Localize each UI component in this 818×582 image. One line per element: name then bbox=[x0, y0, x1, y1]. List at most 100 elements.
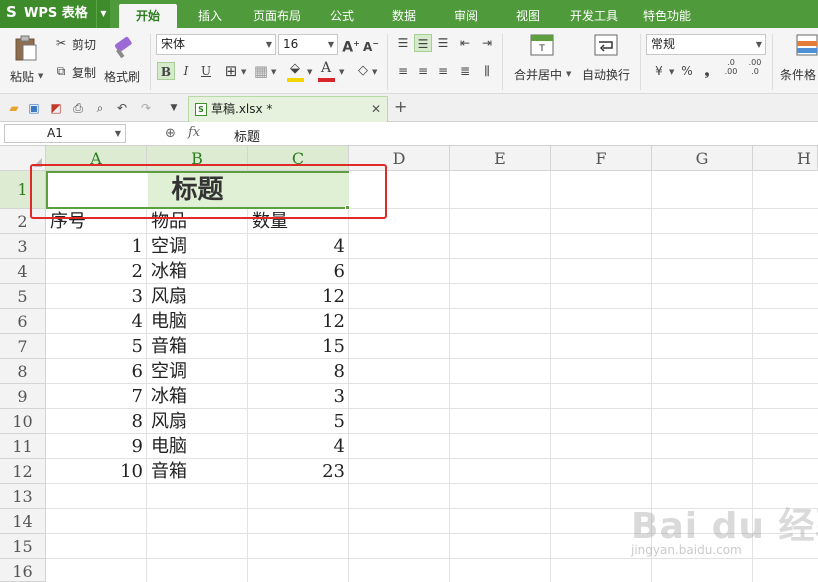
cell-item[interactable]: 空调 bbox=[147, 359, 247, 384]
row-header-10[interactable]: 10 bbox=[0, 409, 46, 434]
align-right-icon[interactable]: ≡ bbox=[434, 62, 452, 80]
cell-qty[interactable]: 12 bbox=[248, 309, 348, 334]
align-top-icon[interactable]: ☰ bbox=[394, 34, 412, 52]
borders-icon[interactable]: ⊞ bbox=[222, 62, 240, 80]
column-header-e[interactable]: E bbox=[450, 146, 551, 171]
row-header-7[interactable]: 7 bbox=[0, 334, 46, 359]
undo-icon[interactable]: ↶ bbox=[114, 100, 130, 116]
clear-format-icon[interactable]: ◇ bbox=[354, 62, 372, 80]
thousands-separator-button[interactable]: ❟ bbox=[698, 62, 716, 80]
cell-qty[interactable]: 12 bbox=[248, 284, 348, 309]
save-icon[interactable]: ▣ bbox=[26, 100, 42, 116]
cell-qty[interactable]: 5 bbox=[248, 409, 348, 434]
new-tab-icon[interactable]: + bbox=[394, 99, 407, 115]
cell-item[interactable]: 冰箱 bbox=[147, 384, 247, 409]
cell-no[interactable]: 7 bbox=[46, 384, 146, 409]
zoom-search-icon[interactable]: ⊕ bbox=[165, 126, 176, 141]
decrease-font-icon[interactable]: A− bbox=[362, 35, 380, 54]
increase-font-icon[interactable]: A+ bbox=[342, 35, 360, 56]
chevron-down-icon[interactable]: ▼ bbox=[271, 68, 276, 76]
row-header-15[interactable]: 15 bbox=[0, 534, 46, 559]
increase-indent-icon[interactable]: ⇥ bbox=[478, 34, 496, 52]
merge-center-button[interactable]: T 合并居中 ▼ bbox=[510, 32, 574, 88]
cell-style-icon[interactable]: ▦ bbox=[252, 62, 270, 80]
cell-item[interactable]: 电脑 bbox=[147, 434, 247, 459]
cell-item[interactable]: 冰箱 bbox=[147, 259, 247, 284]
chevron-down-icon[interactable]: ▼ bbox=[669, 68, 674, 76]
fill-color-icon[interactable]: ⬙ bbox=[286, 60, 304, 78]
increase-decimal-button[interactable]: .0 .00 bbox=[722, 58, 740, 80]
cell-item[interactable]: 音箱 bbox=[147, 334, 247, 359]
wrap-text-button[interactable]: 自动换行 bbox=[580, 32, 636, 88]
row-header-9[interactable]: 9 bbox=[0, 384, 46, 409]
chevron-down-icon[interactable]: ▼ bbox=[372, 68, 377, 76]
paste-button[interactable]: 粘贴 ▼ bbox=[8, 32, 44, 88]
cell-item[interactable]: 风扇 bbox=[147, 409, 247, 434]
currency-icon[interactable]: ¥ bbox=[650, 62, 668, 80]
cell-qty[interactable]: 6 bbox=[248, 259, 348, 284]
customize-toolbar-icon[interactable]: ▼ bbox=[166, 100, 182, 116]
cell-item[interactable]: 电脑 bbox=[147, 309, 247, 334]
copy-button[interactable]: ⧉ 复制 bbox=[52, 62, 102, 82]
row-header-5[interactable]: 5 bbox=[0, 284, 46, 309]
cell-no[interactable]: 9 bbox=[46, 434, 146, 459]
tab-special-features[interactable]: 特色功能 bbox=[634, 4, 700, 28]
cell-no[interactable]: 4 bbox=[46, 309, 146, 334]
print-icon[interactable]: ⎙ bbox=[70, 100, 86, 116]
cell-qty[interactable]: 4 bbox=[248, 234, 348, 259]
cell-qty[interactable]: 23 bbox=[248, 459, 348, 484]
italic-button[interactable]: I bbox=[177, 62, 195, 80]
cell-item[interactable]: 音箱 bbox=[147, 459, 247, 484]
tab-developer[interactable]: 开发工具 bbox=[562, 4, 626, 28]
chevron-down-icon[interactable]: ▼ bbox=[241, 68, 246, 76]
row-header-16[interactable]: 16 bbox=[0, 559, 46, 582]
number-format-select[interactable]: 常规 ▼ bbox=[646, 34, 766, 55]
redo-icon[interactable]: ↷ bbox=[138, 100, 154, 116]
column-header-f[interactable]: F bbox=[551, 146, 652, 171]
row-header-4[interactable]: 4 bbox=[0, 259, 46, 284]
font-color-icon[interactable]: A bbox=[317, 59, 335, 77]
decrease-indent-icon[interactable]: ⇤ bbox=[456, 34, 474, 52]
cell-no[interactable]: 5 bbox=[46, 334, 146, 359]
cell-qty[interactable]: 8 bbox=[248, 359, 348, 384]
app-menu-dropdown-icon[interactable]: ▼ bbox=[96, 0, 110, 28]
cell-qty[interactable]: 3 bbox=[248, 384, 348, 409]
row-header-3[interactable]: 3 bbox=[0, 234, 46, 259]
formula-input[interactable]: 标题 bbox=[234, 126, 260, 145]
cell-no[interactable]: 1 bbox=[46, 234, 146, 259]
cell-qty[interactable]: 15 bbox=[248, 334, 348, 359]
tab-data[interactable]: 数据 bbox=[382, 4, 426, 28]
export-pdf-icon[interactable]: ◩ bbox=[48, 100, 64, 116]
tab-review[interactable]: 审阅 bbox=[444, 4, 488, 28]
justify-icon[interactable]: ≣ bbox=[456, 62, 474, 80]
cell-item[interactable]: 空调 bbox=[147, 234, 247, 259]
row-header-8[interactable]: 8 bbox=[0, 359, 46, 384]
document-tab[interactable]: S 草稿.xlsx * ✕ bbox=[188, 96, 388, 122]
cell-no[interactable]: 3 bbox=[46, 284, 146, 309]
open-folder-icon[interactable]: ▰ bbox=[6, 100, 22, 116]
conditional-format-button[interactable]: 条件格 bbox=[778, 32, 818, 88]
close-icon[interactable]: ✕ bbox=[371, 97, 381, 121]
tab-page-layout[interactable]: 页面布局 bbox=[244, 4, 310, 28]
bold-button[interactable]: B bbox=[157, 62, 175, 80]
align-middle-icon[interactable]: ☰ bbox=[414, 34, 432, 52]
decrease-decimal-button[interactable]: .00 .0 bbox=[746, 58, 764, 80]
cell-no[interactable]: 8 bbox=[46, 409, 146, 434]
insert-function-icon[interactable]: fx bbox=[188, 125, 200, 140]
tab-insert[interactable]: 插入 bbox=[186, 4, 234, 28]
app-menu-button[interactable]: S WPS 表格 bbox=[0, 0, 96, 28]
row-header-13[interactable]: 13 bbox=[0, 484, 46, 509]
distributed-icon[interactable]: ⫼ bbox=[478, 62, 496, 80]
font-size-select[interactable]: 16 ▼ bbox=[278, 34, 338, 55]
cell-item[interactable]: 风扇 bbox=[147, 284, 247, 309]
format-painter-button[interactable]: 格式刷 bbox=[104, 32, 144, 88]
tab-home[interactable]: 开始 bbox=[119, 4, 177, 28]
row-header-6[interactable]: 6 bbox=[0, 309, 46, 334]
column-header-h[interactable]: H bbox=[753, 146, 818, 171]
column-header-g[interactable]: G bbox=[652, 146, 753, 171]
align-bottom-icon[interactable]: ☰ bbox=[434, 34, 452, 52]
tab-formulas[interactable]: 公式 bbox=[320, 4, 364, 28]
name-box[interactable]: A1 ▼ bbox=[4, 124, 126, 143]
percent-button[interactable]: % bbox=[678, 62, 696, 80]
cell-no[interactable]: 10 bbox=[46, 459, 146, 484]
